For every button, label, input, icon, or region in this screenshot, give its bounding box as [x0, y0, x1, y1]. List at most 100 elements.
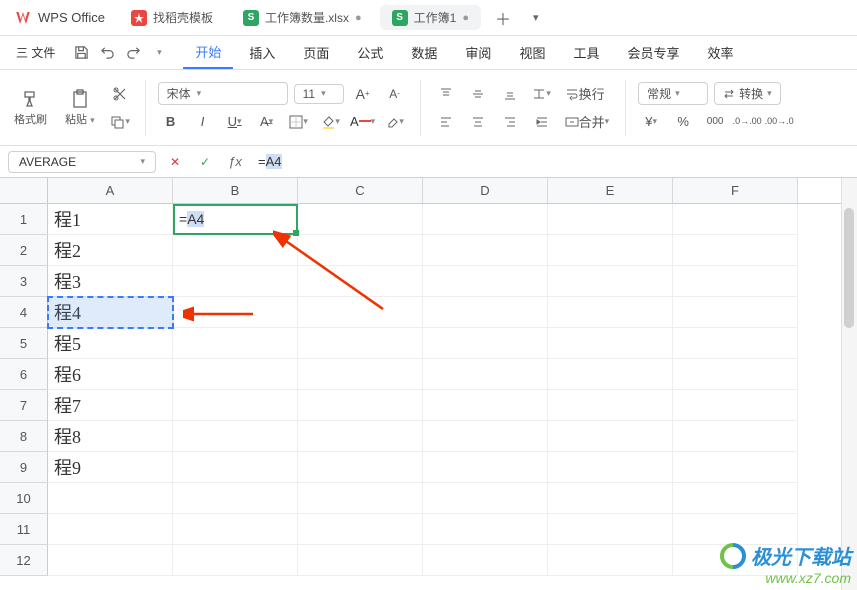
cell[interactable] [673, 359, 798, 390]
cell[interactable] [423, 266, 548, 297]
formula-input[interactable]: =A4 [254, 152, 849, 171]
cell[interactable] [673, 483, 798, 514]
align-center-button[interactable] [465, 110, 491, 134]
merge-cells-button[interactable]: 合并▾ [561, 110, 614, 134]
column-header-a[interactable]: A [48, 178, 173, 203]
decrease-decimal-button[interactable]: .00→.0 [766, 109, 792, 133]
cell[interactable] [423, 421, 548, 452]
cell[interactable] [423, 390, 548, 421]
cell[interactable] [298, 483, 423, 514]
cell[interactable] [173, 483, 298, 514]
decrease-font-button[interactable]: A- [382, 82, 408, 106]
confirm-formula-button[interactable]: ✓ [194, 151, 216, 173]
undo-icon[interactable] [95, 41, 119, 65]
cell[interactable] [173, 328, 298, 359]
fill-color-button[interactable]: ▾ [318, 110, 344, 134]
cell[interactable] [298, 266, 423, 297]
cell[interactable] [673, 204, 798, 235]
cell-b1[interactable]: =A4 [173, 204, 298, 235]
cell-a8[interactable]: 程8 [48, 421, 173, 452]
scrollbar-thumb[interactable] [844, 208, 854, 328]
menu-tab-tools[interactable]: 工具 [561, 37, 611, 68]
cell[interactable] [423, 359, 548, 390]
cancel-formula-button[interactable]: ✕ [164, 151, 186, 173]
cell[interactable] [673, 452, 798, 483]
cell[interactable] [423, 483, 548, 514]
currency-button[interactable]: ¥▾ [638, 109, 664, 133]
increase-decimal-button[interactable]: .0→.00 [734, 109, 760, 133]
menu-tab-data[interactable]: 数据 [399, 37, 449, 68]
indent-button[interactable] [529, 110, 555, 134]
cell[interactable] [298, 421, 423, 452]
cell[interactable] [173, 421, 298, 452]
cell[interactable] [423, 204, 548, 235]
clear-format-button[interactable]: ▾ [382, 110, 408, 134]
cell[interactable] [673, 421, 798, 452]
menu-tab-member[interactable]: 会员专享 [615, 37, 691, 68]
row-header[interactable]: 1 [0, 204, 48, 235]
font-name-select[interactable]: 宋体▾ [158, 82, 288, 105]
cell[interactable] [173, 297, 298, 328]
cell[interactable] [673, 266, 798, 297]
cell[interactable] [673, 328, 798, 359]
cell[interactable] [48, 483, 173, 514]
cell[interactable] [298, 452, 423, 483]
row-header[interactable]: 9 [0, 452, 48, 483]
cell[interactable] [298, 328, 423, 359]
percent-button[interactable]: % [670, 109, 696, 133]
menu-tab-efficiency[interactable]: 效率 [695, 37, 745, 68]
select-all-corner[interactable] [0, 178, 48, 203]
cell[interactable] [673, 390, 798, 421]
redo-icon[interactable] [121, 41, 145, 65]
row-header[interactable]: 6 [0, 359, 48, 390]
row-header[interactable]: 7 [0, 390, 48, 421]
tab-workbook-count[interactable]: S 工作簿数量.xlsx ● [231, 5, 374, 30]
cell-a1[interactable]: 程1 [48, 204, 173, 235]
menu-tab-review[interactable]: 审阅 [453, 37, 503, 68]
cell[interactable] [673, 297, 798, 328]
underline-button[interactable]: U▾ [222, 110, 248, 134]
cell[interactable] [423, 235, 548, 266]
cells-area[interactable]: 程1 =A4 程2 程3 程4 程5 程6 程7 程8 程9 [48, 204, 798, 576]
cell[interactable] [548, 483, 673, 514]
cell-a9[interactable]: 程9 [48, 452, 173, 483]
cell[interactable] [548, 421, 673, 452]
cell[interactable] [548, 514, 673, 545]
cell[interactable] [423, 452, 548, 483]
name-box[interactable]: AVERAGE ▾ [8, 151, 156, 173]
cell[interactable] [548, 204, 673, 235]
font-color-button[interactable]: A▾ [350, 110, 376, 134]
menu-tab-insert[interactable]: 插入 [237, 37, 287, 68]
cell[interactable] [173, 452, 298, 483]
format-painter-button[interactable]: 格式刷 [8, 85, 53, 131]
cell[interactable] [173, 545, 298, 576]
copy-button[interactable]: ▾ [107, 110, 133, 134]
align-left-button[interactable] [433, 110, 459, 134]
number-format-select[interactable]: 常规▾ [638, 82, 708, 105]
cell-a2[interactable]: 程2 [48, 235, 173, 266]
cell[interactable] [298, 297, 423, 328]
row-header[interactable]: 3 [0, 266, 48, 297]
cell[interactable] [548, 390, 673, 421]
row-header[interactable]: 2 [0, 235, 48, 266]
wrap-text-button[interactable]: 换行 [561, 82, 609, 106]
cell-a6[interactable]: 程6 [48, 359, 173, 390]
strikethrough-button[interactable]: A̶▾ [254, 110, 280, 134]
font-size-select[interactable]: 11▾ [294, 84, 344, 104]
paste-button[interactable]: 粘贴 ▾ [59, 85, 101, 131]
align-bottom-button[interactable] [497, 82, 523, 106]
cell[interactable] [548, 359, 673, 390]
row-header[interactable]: 10 [0, 483, 48, 514]
add-tab-button[interactable]: ＋ [487, 2, 519, 34]
cell[interactable] [48, 545, 173, 576]
row-header[interactable]: 4 [0, 297, 48, 328]
borders-button[interactable]: ▾ [286, 110, 312, 134]
orientation-button[interactable]: ▾ [529, 82, 555, 106]
column-header-d[interactable]: D [423, 178, 548, 203]
cell[interactable] [173, 235, 298, 266]
cell[interactable] [298, 235, 423, 266]
cell[interactable] [548, 545, 673, 576]
fx-button[interactable]: ƒx [224, 151, 246, 173]
cell-a4[interactable]: 程4 [48, 297, 173, 328]
increase-font-button[interactable]: A+ [350, 82, 376, 106]
